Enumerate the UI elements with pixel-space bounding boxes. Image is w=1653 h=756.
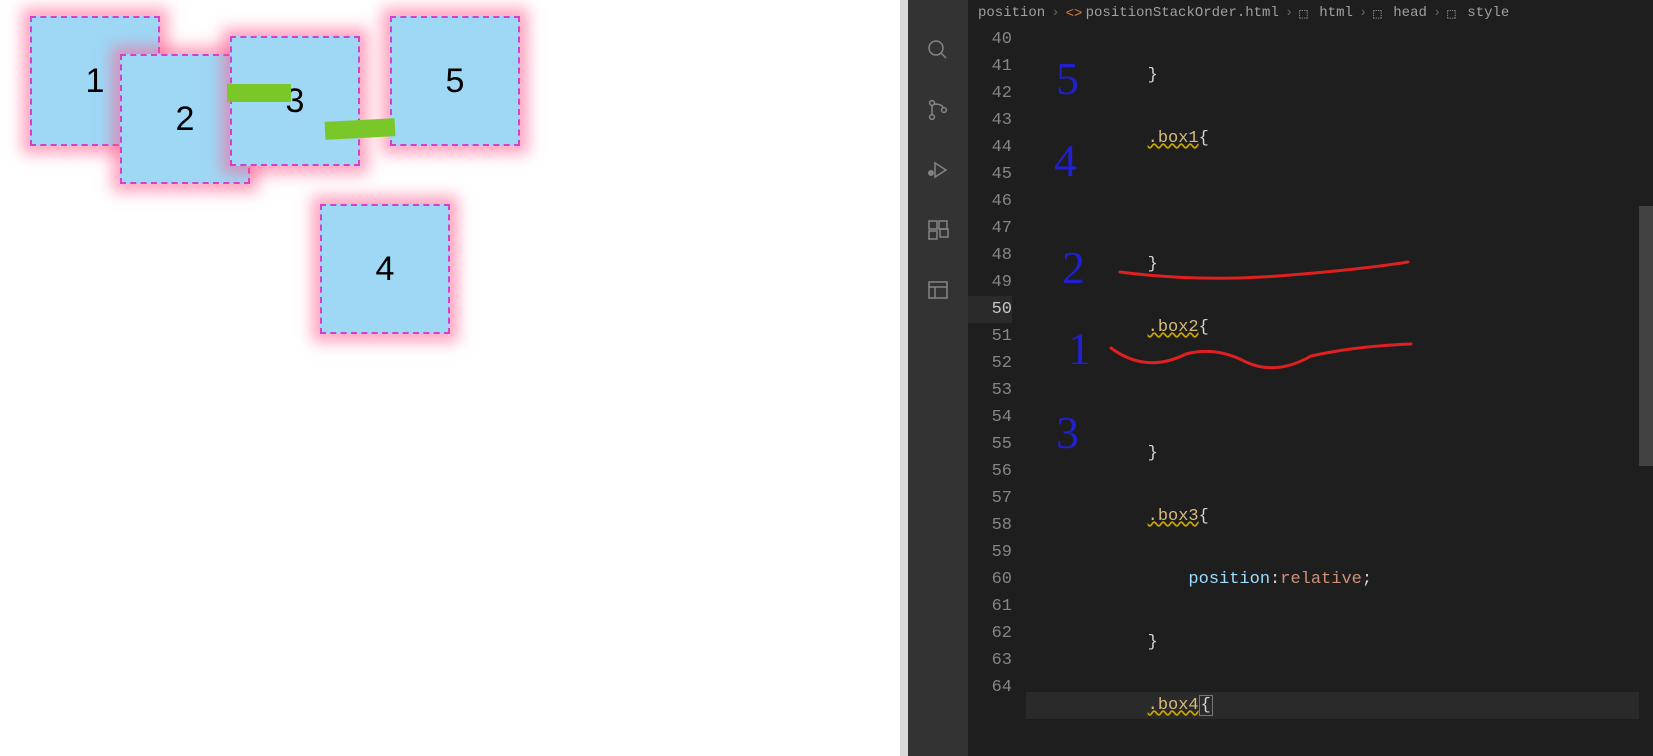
line-number: 63 xyxy=(992,651,1012,670)
layout-panel-icon[interactable] xyxy=(924,276,952,304)
line-number: 40 xyxy=(992,30,1012,49)
line-number: 53 xyxy=(992,381,1012,400)
activity-bar xyxy=(908,0,968,756)
code-brace: { xyxy=(1199,507,1209,526)
symbol-icon: ⬚ xyxy=(1447,6,1461,20)
line-number: 64 xyxy=(992,678,1012,697)
chevron-right-icon: › xyxy=(1433,5,1441,21)
breadcrumb-symbol[interactable]: html xyxy=(1319,5,1353,21)
line-number: 50 xyxy=(992,300,1012,319)
colon: : xyxy=(1270,570,1280,589)
highlight-mark-box4 xyxy=(325,118,396,140)
breadcrumb-file[interactable]: positionStackOrder.html xyxy=(1086,5,1279,21)
line-number: 41 xyxy=(992,57,1012,76)
highlight-mark-box3 xyxy=(227,84,291,102)
line-number: 62 xyxy=(992,624,1012,643)
line-number: 46 xyxy=(992,192,1012,211)
line-number: 42 xyxy=(992,84,1012,103)
editor-main: position › <> positionStackOrder.html › … xyxy=(968,0,1653,756)
breadcrumb-folder[interactable]: position xyxy=(978,5,1045,21)
breadcrumb-symbol[interactable]: style xyxy=(1467,5,1509,21)
code-area[interactable]: 40 41 42 43 44 45 46 47 48 49 50 51 52 5… xyxy=(968,26,1653,756)
symbol-icon: ⬚ xyxy=(1373,6,1387,20)
line-number: 54 xyxy=(992,408,1012,427)
html-file-icon: <> xyxy=(1066,6,1080,20)
browser-render-area: 1 2 5 3 4 xyxy=(0,0,900,756)
line-number: 60 xyxy=(992,570,1012,589)
extensions-icon[interactable] xyxy=(924,216,952,244)
source-control-icon[interactable] xyxy=(924,96,952,124)
line-number: 47 xyxy=(992,219,1012,238)
code-brace: } xyxy=(1148,255,1158,274)
search-icon[interactable] xyxy=(924,36,952,64)
breadcrumbs[interactable]: position › <> positionStackOrder.html › … xyxy=(968,0,1653,26)
pane-divider[interactable] xyxy=(900,0,908,756)
line-number: 56 xyxy=(992,462,1012,481)
box-5: 5 xyxy=(390,16,520,146)
symbol-icon: ⬚ xyxy=(1299,6,1313,20)
box-label: 4 xyxy=(376,250,395,289)
line-number: 45 xyxy=(992,165,1012,184)
code-brace: } xyxy=(1148,444,1158,463)
css-selector: .box2 xyxy=(1148,318,1199,337)
line-number: 52 xyxy=(992,354,1012,373)
code-content[interactable]: } .box1{ } .box2{ } .box3{ position:rela… xyxy=(1026,26,1653,756)
css-value: relative xyxy=(1280,570,1362,589)
line-number: 59 xyxy=(992,543,1012,562)
css-selector: .box1 xyxy=(1148,129,1199,148)
code-brace: } xyxy=(1148,66,1158,85)
line-number: 58 xyxy=(992,516,1012,535)
code-brace: { xyxy=(1199,129,1209,148)
breadcrumb-symbol[interactable]: head xyxy=(1393,5,1427,21)
semicolon: ; xyxy=(1362,570,1372,589)
css-selector: .box4 xyxy=(1148,696,1199,715)
editor-scrollbar[interactable] xyxy=(1639,26,1653,756)
chevron-right-icon: › xyxy=(1285,5,1293,21)
run-debug-icon[interactable] xyxy=(924,156,952,184)
css-selector: .box3 xyxy=(1148,507,1199,526)
line-number: 44 xyxy=(992,138,1012,157)
line-number: 55 xyxy=(992,435,1012,454)
line-gutter: 40 41 42 43 44 45 46 47 48 49 50 51 52 5… xyxy=(968,26,1026,701)
line-number: 57 xyxy=(992,489,1012,508)
line-number: 48 xyxy=(992,246,1012,265)
chevron-right-icon: › xyxy=(1051,5,1059,21)
box-label: 5 xyxy=(446,62,465,101)
app-root: 1 2 5 3 4 xyxy=(0,0,1653,756)
box-label: 1 xyxy=(86,62,105,101)
line-number: 51 xyxy=(992,327,1012,346)
code-brace: { xyxy=(1199,695,1213,716)
line-number: 61 xyxy=(992,597,1012,616)
scrollbar-thumb[interactable] xyxy=(1639,206,1653,466)
line-number: 49 xyxy=(992,273,1012,292)
css-property: position xyxy=(1188,570,1270,589)
box-group: 1 2 5 3 4 xyxy=(0,0,900,300)
box-label: 2 xyxy=(176,100,195,139)
code-brace: } xyxy=(1148,633,1158,652)
chevron-right-icon: › xyxy=(1359,5,1367,21)
box-4: 4 xyxy=(320,204,450,334)
line-number: 43 xyxy=(992,111,1012,130)
code-brace: { xyxy=(1199,318,1209,337)
code-editor: position › <> positionStackOrder.html › … xyxy=(908,0,1653,756)
